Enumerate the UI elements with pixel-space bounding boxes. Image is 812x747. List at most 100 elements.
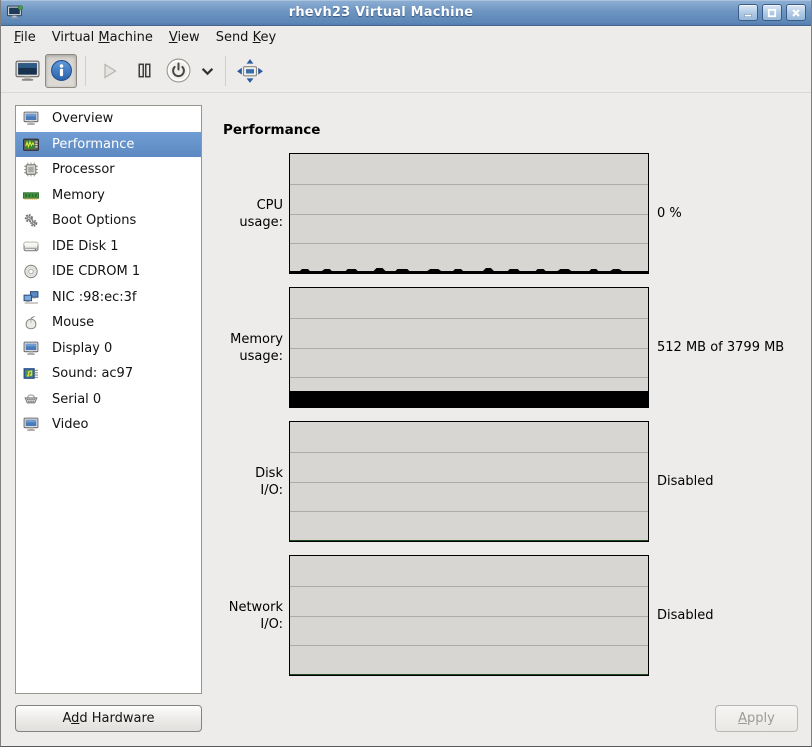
console-view-button[interactable] (11, 54, 43, 88)
memory-usage-label: Memoryusage: (223, 331, 289, 365)
cpu-usage-value: 0 % (657, 206, 682, 221)
cpu-usage-graph (289, 153, 649, 274)
disk-io-label: DiskI/O: (223, 465, 289, 499)
computer-icon (22, 110, 40, 127)
disk-io-series (290, 540, 648, 541)
virtual-machine-window: rhevh23 Virtual Machine File Virtual Mac… (0, 0, 812, 747)
sidebar-item-sound[interactable]: Sound: ac97 (16, 361, 201, 387)
network-io-label: NetworkI/O: (223, 599, 289, 633)
fullscreen-button[interactable] (234, 54, 266, 88)
shutdown-menu-button[interactable] (201, 61, 214, 80)
sidebar-item-label: Overview (52, 111, 113, 126)
video-icon (22, 416, 40, 433)
mouse-icon (22, 314, 40, 331)
display-icon (22, 340, 40, 357)
sidebar-item-label: Serial 0 (52, 392, 101, 407)
gears-icon (22, 212, 40, 229)
cpu-usage-row: CPUusage: 0 % (223, 153, 799, 274)
window-title: rhevh23 Virtual Machine (24, 5, 738, 20)
sidebar-item-ide-cdrom-1[interactable]: IDE CDROM 1 (16, 259, 201, 285)
sidebar-item-label: Processor (52, 162, 115, 177)
sidebar: Overview Performance (15, 105, 202, 694)
menu-file[interactable]: File (6, 27, 44, 48)
cpu-usage-series (290, 261, 648, 273)
sidebar-item-boot-options[interactable]: Boot Options (16, 208, 201, 234)
close-button[interactable] (786, 4, 806, 21)
sidebar-item-label: Memory (52, 188, 105, 203)
network-io-graph (289, 555, 649, 676)
pause-button[interactable] (128, 54, 160, 88)
add-hardware-button[interactable]: Add Hardware (15, 705, 202, 732)
network-io-row: NetworkI/O: Disabled (223, 555, 799, 676)
sidebar-item-serial-0[interactable]: Serial 0 (16, 387, 201, 413)
toolbar-separator (225, 56, 226, 86)
memory-usage-value: 512 MB of 3799 MB (657, 340, 784, 355)
memory-usage-series (290, 391, 648, 407)
cdrom-icon (22, 263, 40, 280)
shutdown-button-group (161, 54, 218, 88)
play-icon (99, 60, 121, 82)
maximize-button[interactable] (762, 4, 782, 21)
info-icon (50, 59, 73, 82)
device-list: Overview Performance (15, 105, 202, 694)
console-monitor-icon (15, 59, 40, 82)
memory-usage-graph (289, 287, 649, 408)
disk-io-row: DiskI/O: Disabled (223, 421, 799, 542)
sidebar-item-label: Video (52, 417, 88, 432)
toolbar (1, 49, 811, 93)
run-button[interactable] (94, 54, 126, 88)
sidebar-item-mouse[interactable]: Mouse (16, 310, 201, 336)
toolbar-separator (85, 56, 86, 86)
sidebar-item-label: Performance (52, 137, 134, 152)
sidebar-item-performance[interactable]: Performance (16, 132, 201, 158)
close-icon (791, 8, 801, 18)
content-area: Overview Performance (1, 93, 811, 694)
sidebar-item-video[interactable]: Video (16, 412, 201, 438)
pause-icon (134, 60, 155, 81)
sidebar-item-label: Display 0 (52, 341, 112, 356)
shutdown-button[interactable] (162, 54, 194, 88)
page-title: Performance (223, 122, 799, 138)
sidebar-item-ide-disk-1[interactable]: IDE Disk 1 (16, 234, 201, 260)
disk-io-graph (289, 421, 649, 542)
bottom-bar: Add Hardware Apply (1, 694, 811, 746)
minimize-icon (743, 8, 753, 18)
disk-io-value: Disabled (657, 474, 713, 489)
hard-disk-icon (22, 238, 40, 255)
sound-card-icon (22, 365, 40, 382)
sidebar-item-label: Mouse (52, 315, 94, 330)
vm-window-icon (6, 5, 24, 20)
menu-view[interactable]: View (161, 27, 208, 48)
network-io-series (290, 674, 648, 675)
menu-virtual-machine[interactable]: Virtual Machine (44, 27, 161, 48)
network-io-value: Disabled (657, 608, 713, 623)
menubar: File Virtual Machine View Send Key (1, 26, 811, 49)
sidebar-item-label: Sound: ac97 (52, 366, 133, 381)
maximize-icon (767, 8, 777, 18)
titlebar[interactable]: rhevh23 Virtual Machine (1, 0, 811, 26)
fullscreen-icon (236, 58, 264, 84)
performance-panel: Performance CPUusage: 0 % Memoryusage: (202, 105, 799, 694)
sidebar-item-label: Boot Options (52, 213, 136, 228)
power-icon (165, 57, 192, 84)
sidebar-item-processor[interactable]: Processor (16, 157, 201, 183)
apply-button[interactable]: Apply (715, 705, 798, 732)
memory-stick-icon (22, 187, 40, 204)
chevron-down-icon (201, 67, 214, 76)
performance-graph-icon (22, 136, 40, 153)
minimize-button[interactable] (738, 4, 758, 21)
serial-port-icon (22, 391, 40, 408)
memory-usage-row: Memoryusage: 512 MB of 3799 MB (223, 287, 799, 408)
sidebar-item-label: IDE CDROM 1 (52, 264, 140, 279)
details-view-button[interactable] (45, 54, 77, 88)
sidebar-item-label: NIC :98:ec:3f (52, 290, 136, 305)
sidebar-item-nic[interactable]: NIC :98:ec:3f (16, 285, 201, 311)
sidebar-item-display-0[interactable]: Display 0 (16, 336, 201, 362)
sidebar-item-label: IDE Disk 1 (52, 239, 119, 254)
cpu-chip-icon (22, 161, 40, 178)
menu-send-key[interactable]: Send Key (208, 27, 284, 48)
sidebar-item-overview[interactable]: Overview (16, 106, 201, 132)
sidebar-item-memory[interactable]: Memory (16, 183, 201, 209)
cpu-usage-label: CPUusage: (223, 197, 289, 231)
network-icon (22, 289, 40, 306)
